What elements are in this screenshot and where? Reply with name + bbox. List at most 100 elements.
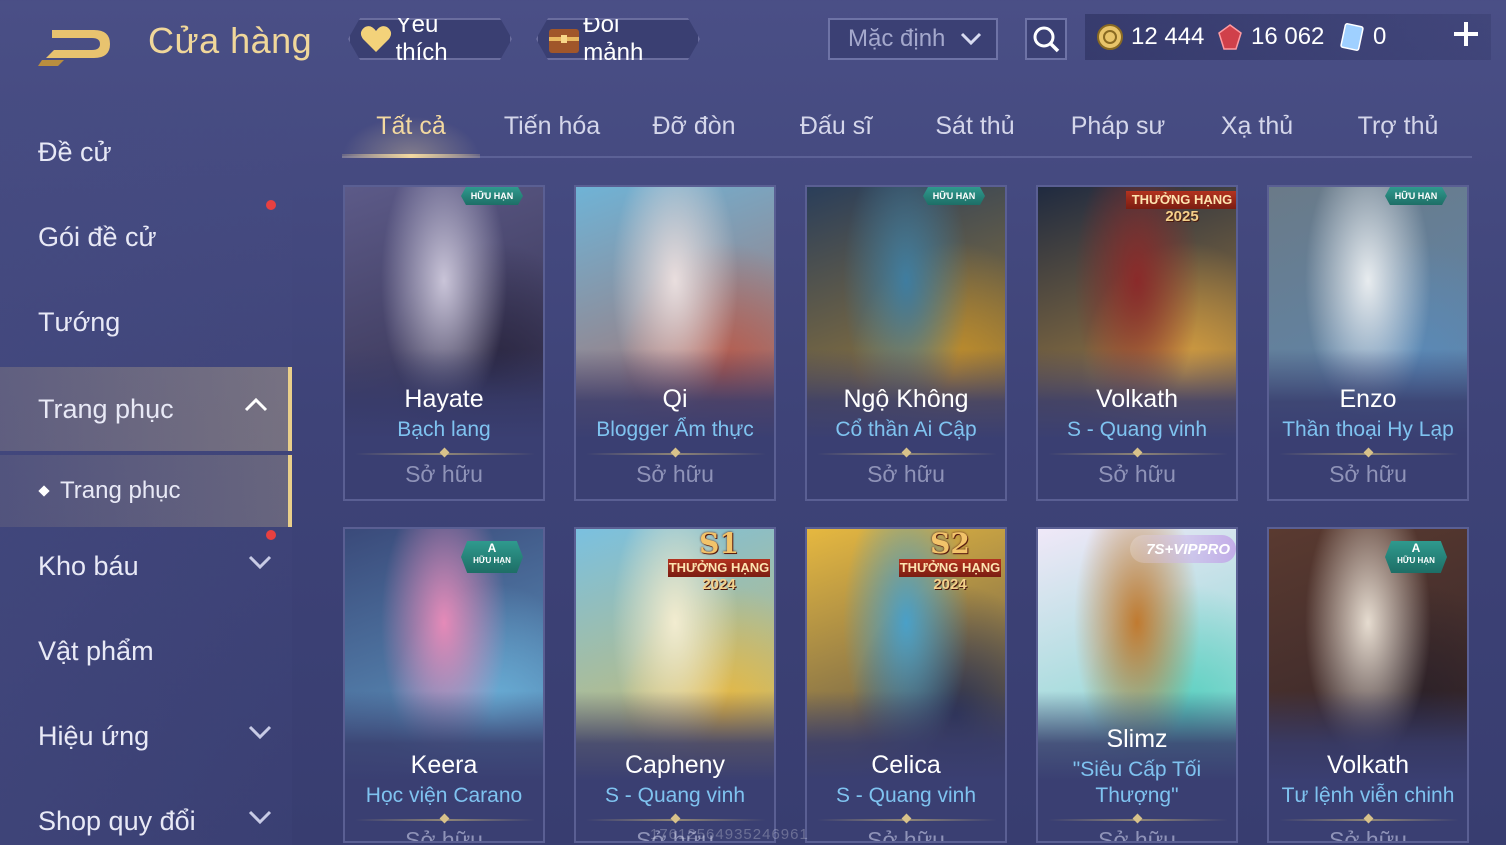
owned-status: Sở hữu (1098, 827, 1176, 843)
gold-coin-icon (1095, 22, 1125, 52)
sidebar-item-exchange-shop[interactable]: Shop quy đổi (0, 779, 292, 845)
gold-amount: 12 444 (1131, 23, 1205, 50)
role-tabs: Tất cả Tiến hóa Đỡ đòn Đấu sĩ Sát thủ Ph… (342, 100, 1472, 158)
sidebar-subitem-skins[interactable]: Trang phục (0, 455, 292, 527)
chevron-up-icon (244, 397, 268, 412)
sidebar: Đề cử Gói đề cử Tướng Trang phục Trang p… (0, 100, 292, 845)
skin-name: S - Quang vinh (1066, 418, 1208, 441)
owned-status: Sở hữu (405, 827, 483, 843)
hero-name: Keera (410, 751, 478, 779)
skin-name: Tư lệnh viễn chinh (1281, 784, 1455, 807)
skin-card[interactable]: 7S+VIPPRO Slimz "Siêu Cấp Tối Thượng" Sở… (1036, 527, 1238, 843)
tab-assassin[interactable]: Sát thủ (908, 112, 1042, 141)
skin-card[interactable]: S2 THƯỞNG HẠNG 2024 Celica S - Quang vin… (805, 527, 1007, 843)
skin-card[interactable]: HỮU HẠN Ngộ Không Cổ thần Ai Cập Sở hữu (805, 185, 1007, 501)
voucher-balance: 0 (1337, 22, 1386, 52)
currency-bar: 12 444 16 062 0 (1085, 14, 1491, 60)
sidebar-item-recommended[interactable]: Đề cử (0, 110, 292, 194)
hero-name: Enzo (1339, 385, 1397, 413)
tab-evolution[interactable]: Tiến hóa (482, 112, 622, 141)
sidebar-item-label: Trang phục (60, 477, 181, 504)
skin-card[interactable]: A HỮU HẠN Keera Học viện Carano Sở hữu (343, 527, 545, 843)
voucher-amount: 0 (1373, 23, 1387, 50)
sidebar-item-heroes[interactable]: Tướng (0, 280, 292, 364)
skin-name: Học viện Carano (365, 784, 523, 807)
chevron-down-icon (248, 810, 272, 825)
rank-reward-badge: S2 THƯỞNG HẠNG 2024 (899, 527, 1001, 593)
owned-status: Sở hữu (1329, 827, 1407, 843)
owned-status: Sở hữu (867, 827, 945, 843)
notification-dot (266, 530, 276, 540)
sidebar-item-label: Hiệu ứng (38, 720, 150, 751)
owned-status: Sở hữu (636, 461, 714, 487)
gold-balance: 12 444 (1095, 22, 1204, 52)
exchange-shards-button[interactable]: Đổi mảnh (536, 18, 700, 60)
watermark-text: 17612564935246961 (650, 826, 809, 843)
rank-reward-badge: S1 THƯỞNG HẠNG 2024 (668, 527, 770, 593)
voucher-ticket-icon (1337, 22, 1367, 52)
hero-name: Capheny (624, 751, 726, 779)
skin-grid: HỮU HẠN Hayate Bạch lang Sở hữu Qi Blogg… (343, 185, 1473, 845)
sidebar-item-skins[interactable]: Trang phục (0, 367, 292, 451)
owned-status: Sở hữu (1329, 461, 1407, 487)
owned-status: Sở hữu (1098, 461, 1176, 487)
vip-badge: 7S+VIPPRO (1130, 535, 1236, 563)
active-tab-underline (342, 154, 480, 158)
sidebar-item-items[interactable]: Vật phẩm (0, 609, 292, 693)
sidebar-item-label: Trang phục (38, 393, 174, 424)
limited-badge: HỮU HẠN (461, 187, 523, 205)
hero-name: Volkath (1095, 385, 1178, 413)
owned-status: Sở hữu (867, 461, 945, 487)
diamond-bullet-icon (38, 485, 50, 497)
sort-dropdown[interactable]: Mặc định (828, 18, 998, 60)
skin-card[interactable]: HỮU HẠN Hayate Bạch lang Sở hữu (343, 185, 545, 501)
sidebar-item-label: Gói đề cử (38, 221, 157, 252)
plus-icon (1454, 22, 1478, 46)
chevron-down-icon (960, 32, 982, 46)
notification-dot (266, 200, 276, 210)
skin-card[interactable]: Qi Blogger Ẩm thực Sở hữu (574, 185, 776, 501)
chevron-down-icon (248, 725, 272, 740)
sidebar-item-label: Shop quy đổi (38, 805, 196, 836)
skin-name: Bạch lang (397, 418, 491, 441)
skin-card[interactable]: HỮU HẠN Enzo Thần thoại Hy Lạp Sở hữu (1267, 185, 1469, 501)
skin-name: Blogger Ẩm thực (596, 418, 754, 441)
sidebar-item-recommended-bundles[interactable]: Gói đề cử (0, 195, 292, 279)
limited-badge: HỮU HẠN (923, 187, 985, 205)
sidebar-item-treasure[interactable]: Kho báu (0, 524, 292, 608)
owned-status: Sở hữu (405, 461, 483, 487)
top-bar: Cửa hàng Yêu thích Đổi mảnh Mặc định 12 … (0, 0, 1506, 78)
skin-name: S - Quang vinh (604, 784, 746, 807)
rank-reward-badge: THƯỞNG HẠNG 2025 (1126, 191, 1236, 225)
hero-name: Qi (662, 385, 688, 413)
skin-name: "Siêu Cấp Tối Thượng" (1072, 758, 1202, 807)
page-title: Cửa hàng (148, 20, 313, 61)
skin-card[interactable]: THƯỞNG HẠNG 2025 Volkath S - Quang vinh … (1036, 185, 1238, 501)
skin-card[interactable]: S1 THƯỞNG HẠNG 2024 Capheny S - Quang vi… (574, 527, 776, 843)
tab-mage[interactable]: Pháp sư (1046, 112, 1190, 141)
back-button[interactable] (38, 22, 118, 66)
sidebar-item-label: Tướng (38, 306, 121, 337)
heart-icon (358, 21, 394, 57)
favorites-button[interactable]: Yêu thích (348, 18, 512, 60)
skin-card[interactable]: A HỮU HẠN Volkath Tư lệnh viễn chinh Sở h… (1267, 527, 1469, 843)
limited-badge: HỮU HẠN (1385, 187, 1447, 205)
ruby-gem-icon (1215, 22, 1245, 52)
tab-all[interactable]: Tất cả (342, 112, 480, 141)
add-currency-button[interactable] (1450, 18, 1482, 50)
search-button[interactable] (1025, 18, 1067, 60)
tab-tank[interactable]: Đỡ đòn (624, 112, 764, 141)
sort-selected-value: Mặc định (848, 25, 946, 52)
tab-marksman[interactable]: Xạ thủ (1192, 112, 1322, 141)
exchange-shards-label: Đổi mảnh (583, 11, 644, 66)
hero-name: Slimz (1106, 725, 1168, 753)
chevron-down-icon (248, 555, 272, 570)
limited-tier-badge: A HỮU HẠN (461, 541, 523, 573)
tab-support[interactable]: Trợ thủ (1330, 112, 1466, 141)
tab-fighter[interactable]: Đấu sĩ (766, 112, 906, 141)
skin-name: S - Quang vinh (835, 784, 977, 807)
hero-name: Ngộ Không (843, 385, 969, 413)
skin-name: Thần thoại Hy Lạp (1282, 418, 1454, 441)
sidebar-item-effects[interactable]: Hiệu ứng (0, 694, 292, 778)
ruby-amount: 16 062 (1251, 23, 1325, 50)
